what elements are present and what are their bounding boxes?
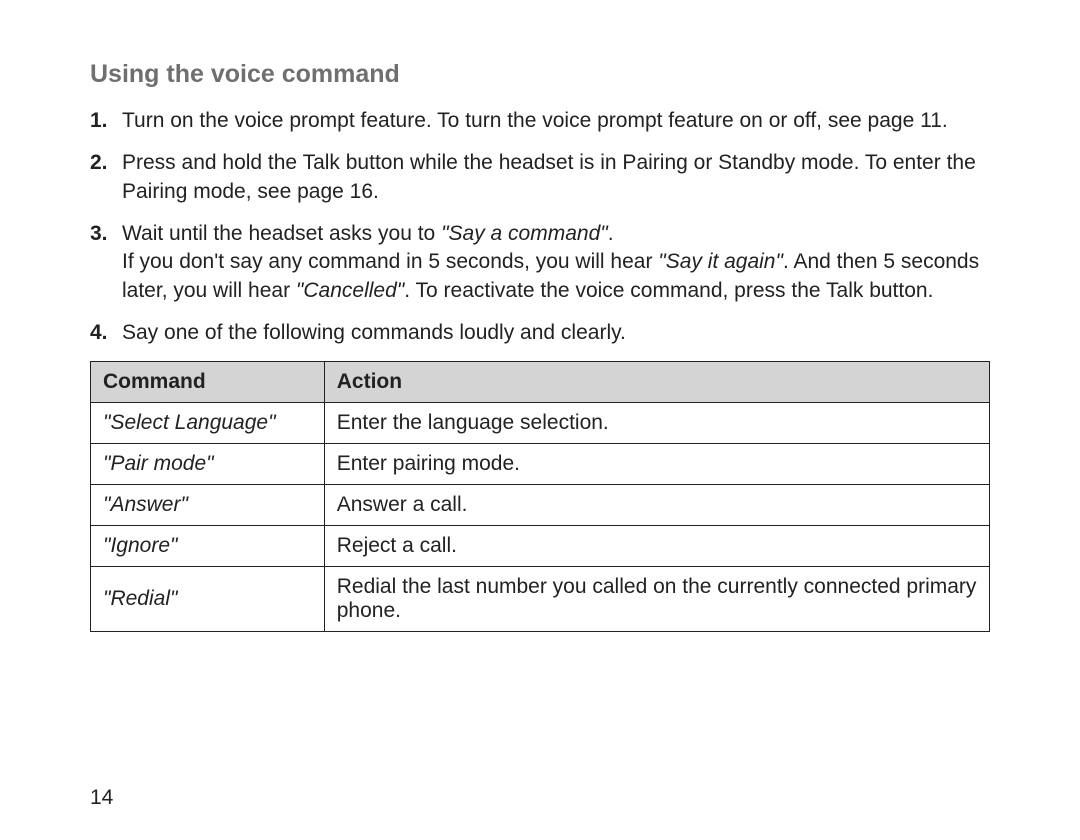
list-marker: 1.: [90, 107, 122, 135]
list-item-body: Say one of the following commands loudly…: [122, 319, 990, 347]
list-marker: 3.: [90, 220, 122, 305]
cell-command: "Select Language": [91, 403, 325, 444]
cell-command: "Answer": [91, 485, 325, 526]
table-row: "Redial" Redial the last number you call…: [91, 567, 990, 632]
list-item: 4. Say one of the following commands lou…: [90, 319, 990, 347]
table-row: "Select Language" Enter the language sel…: [91, 403, 990, 444]
list-item: 1. Turn on the voice prompt feature. To …: [90, 107, 990, 135]
list-item: 3. Wait until the headset asks you to "S…: [90, 220, 990, 305]
table-header-row: Command Action: [91, 362, 990, 403]
list-item-body: Wait until the headset asks you to "Say …: [122, 220, 990, 305]
list-item-body: Turn on the voice prompt feature. To tur…: [122, 107, 990, 135]
list-marker: 2.: [90, 149, 122, 206]
cell-action: Reject a call.: [324, 526, 989, 567]
list-item-body: Press and hold the Talk button while the…: [122, 149, 990, 206]
table-row: "Pair mode" Enter pairing mode.: [91, 444, 990, 485]
numbered-list: 1. Turn on the voice prompt feature. To …: [90, 107, 990, 347]
cell-action: Enter pairing mode.: [324, 444, 989, 485]
command-table: Command Action "Select Language" Enter t…: [90, 361, 990, 632]
table-header-command: Command: [91, 362, 325, 403]
list-marker: 4.: [90, 319, 122, 347]
cell-command: "Ignore": [91, 526, 325, 567]
section-heading: Using the voice command: [90, 60, 990, 89]
cell-action: Answer a call.: [324, 485, 989, 526]
page-number: 14: [90, 786, 113, 810]
cell-action: Redial the last number you called on the…: [324, 567, 989, 632]
table-header-action: Action: [324, 362, 989, 403]
table-row: "Answer" Answer a call.: [91, 485, 990, 526]
cell-command: "Redial": [91, 567, 325, 632]
cell-command: "Pair mode": [91, 444, 325, 485]
table-row: "Ignore" Reject a call.: [91, 526, 990, 567]
list-item: 2. Press and hold the Talk button while …: [90, 149, 990, 206]
cell-action: Enter the language selection.: [324, 403, 989, 444]
